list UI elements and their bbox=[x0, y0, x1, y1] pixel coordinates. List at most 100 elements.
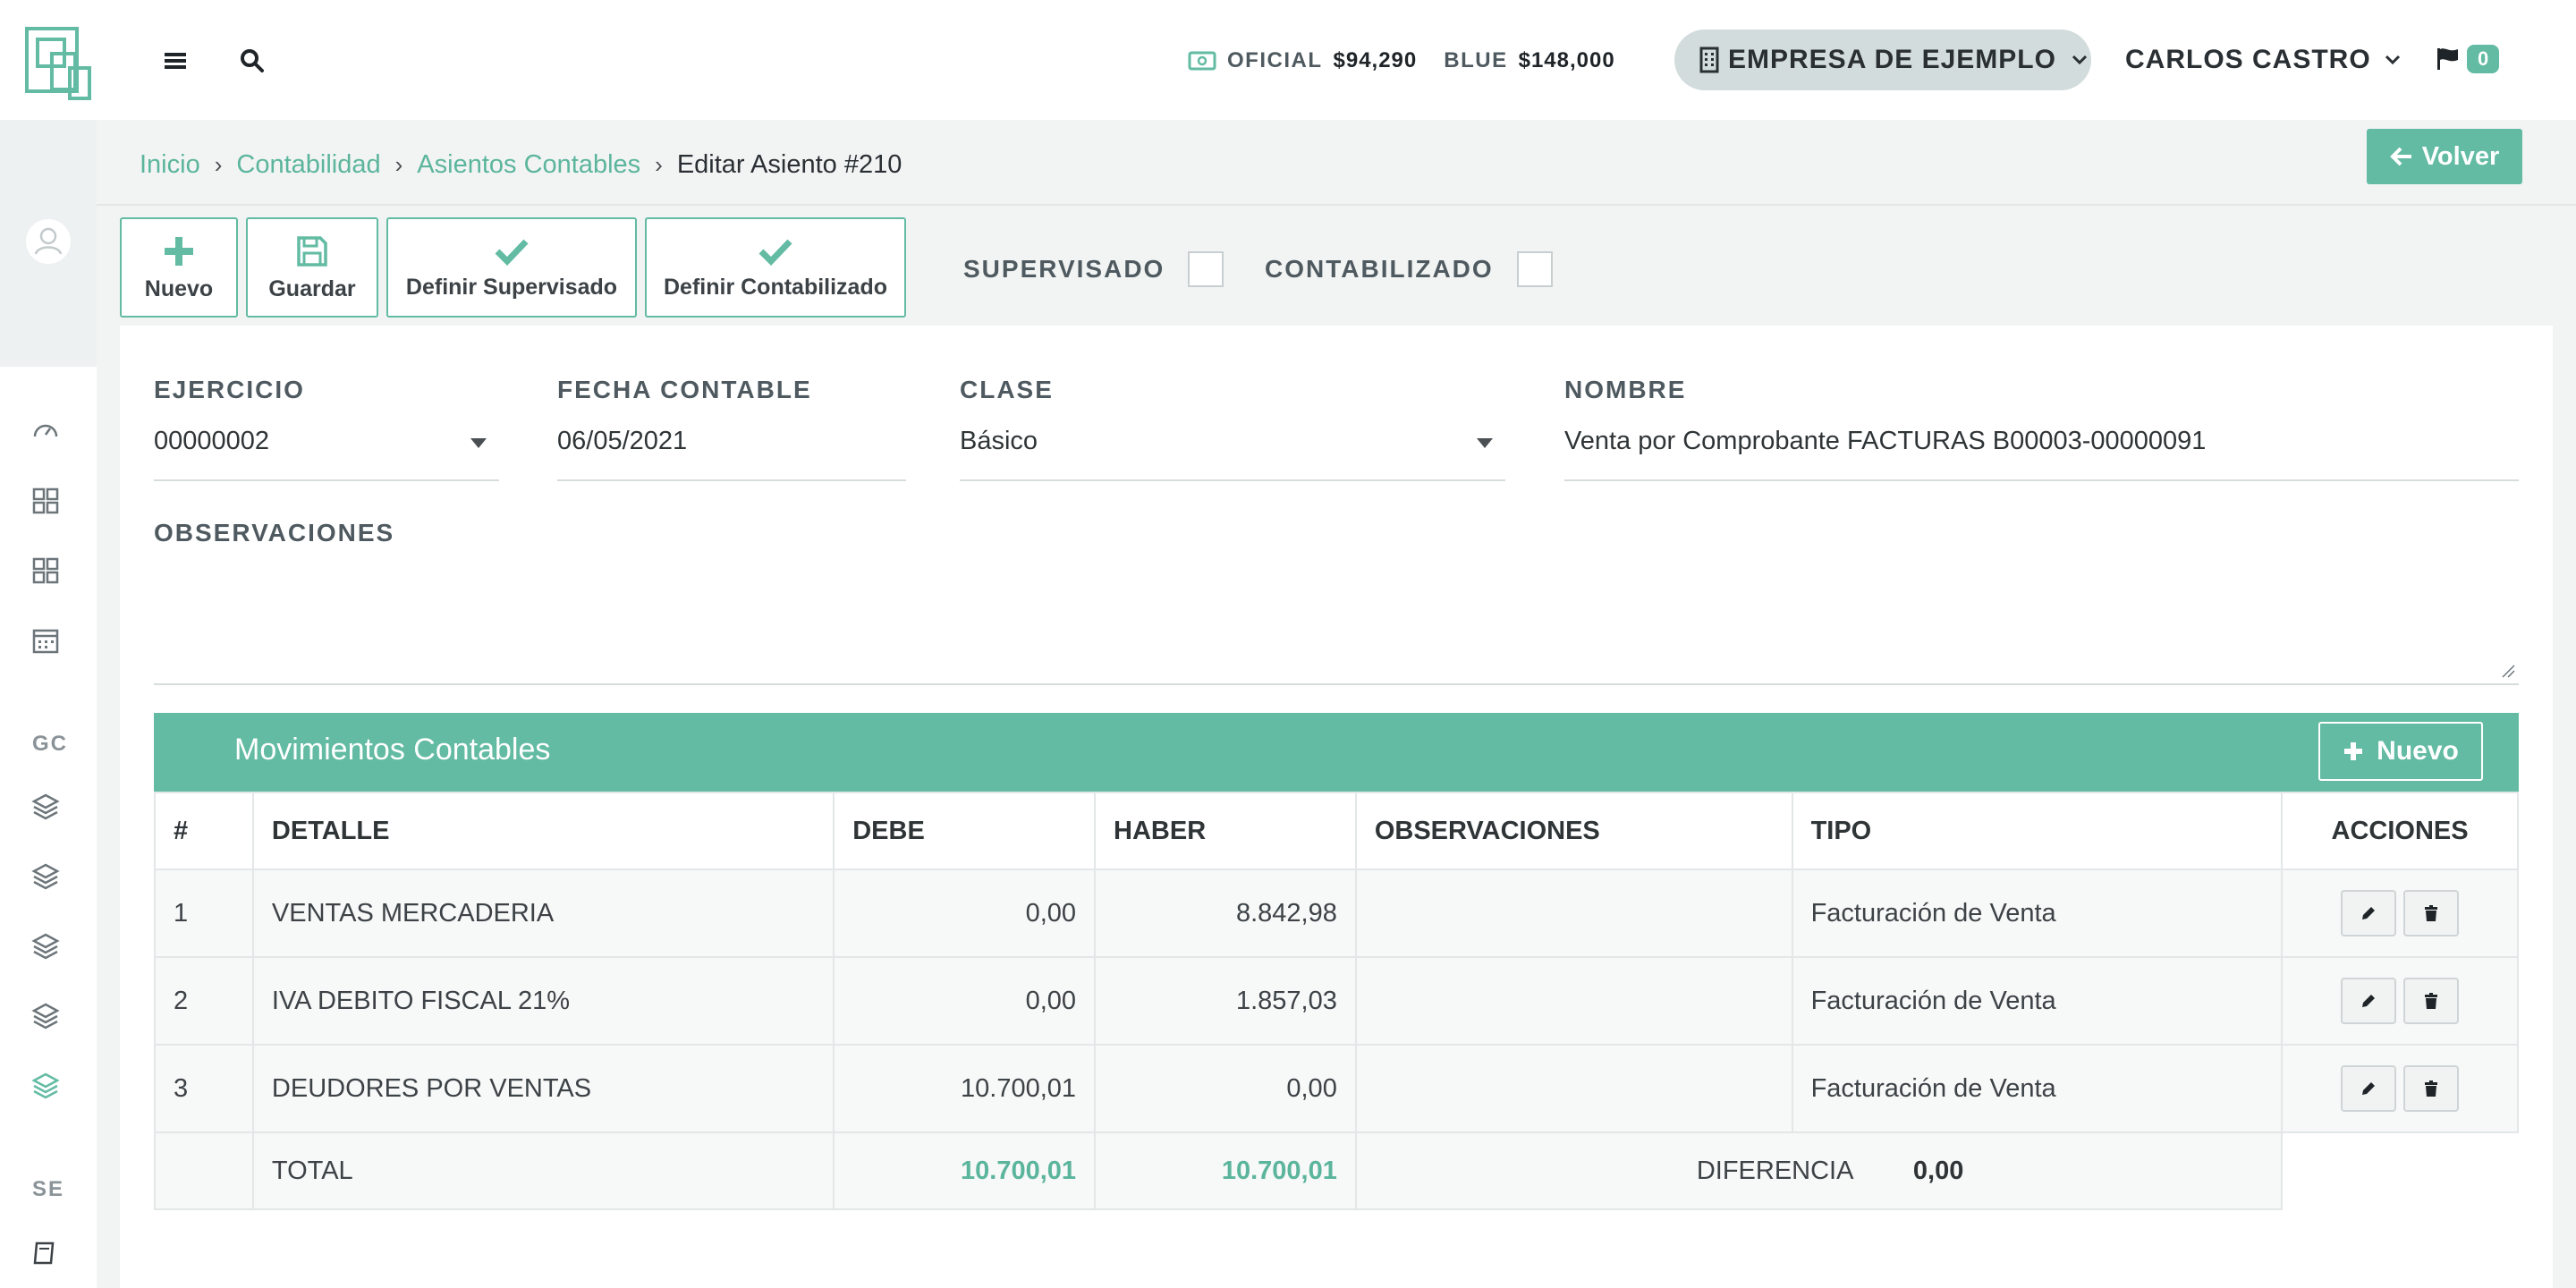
calendar-icon[interactable] bbox=[30, 624, 62, 657]
search-icon[interactable] bbox=[236, 45, 268, 77]
layers-icon-active[interactable] bbox=[30, 1070, 62, 1102]
breadcrumb-contabilidad[interactable]: Contabilidad bbox=[236, 150, 380, 180]
breadcrumb-separator-icon: › bbox=[394, 150, 403, 178]
breadcrumb: Inicio › Contabilidad › Asientos Contabl… bbox=[140, 145, 902, 184]
rate-value-blue: $148,000 bbox=[1518, 48, 1615, 72]
row-number: 3 bbox=[154, 1044, 254, 1133]
rate-label-blue: BLUE bbox=[1444, 48, 1508, 72]
col-header-debe[interactable]: DEBE bbox=[833, 792, 1097, 870]
set-supervised-button[interactable]: Definir Supervisado bbox=[386, 217, 637, 318]
col-header-detalle[interactable]: DETALLE bbox=[251, 792, 835, 870]
company-selector[interactable]: EMPRESA DE EJEMPLO bbox=[1674, 30, 2091, 90]
rate-value-oficial: $94,290 bbox=[1333, 48, 1418, 72]
row-actions bbox=[2281, 956, 2519, 1046]
menu-icon[interactable] bbox=[159, 45, 191, 77]
row-detalle: IVA DEBITO FISCAL 21% bbox=[251, 956, 835, 1046]
difference-value: 0,00 bbox=[1912, 1156, 1964, 1185]
notifications[interactable]: 0 bbox=[2435, 45, 2500, 73]
accounted-label: CONTABILIZADO bbox=[1265, 255, 1494, 283]
observaciones-label: OBSERVACIONES bbox=[154, 519, 395, 547]
table-row: 1 VENTAS MERCADERIA 0,00 8.842,98 Factur… bbox=[154, 869, 2519, 958]
col-header-observaciones[interactable]: OBSERVACIONES bbox=[1354, 792, 1793, 870]
edit-button[interactable] bbox=[2341, 890, 2397, 936]
row-number: 2 bbox=[154, 956, 254, 1046]
set-accounted-label: Definir Contabilizado bbox=[664, 274, 887, 300]
fecha-value: 06/05/2021 bbox=[557, 427, 688, 455]
app-logo-icon[interactable] bbox=[25, 27, 91, 100]
row-number: 1 bbox=[154, 869, 254, 958]
layers-icon[interactable] bbox=[30, 1000, 62, 1032]
clase-value: Básico bbox=[960, 427, 1038, 455]
layers-icon[interactable] bbox=[30, 791, 62, 823]
col-header-number[interactable]: # bbox=[154, 792, 254, 870]
sidebar-section-se: SE bbox=[32, 1177, 65, 1201]
avatar-icon[interactable] bbox=[25, 218, 72, 265]
accounted-checkbox[interactable] bbox=[1516, 251, 1553, 287]
top-bar: OFICIAL $94,290 BLUE $148,000 EMPRESA DE… bbox=[0, 0, 2576, 120]
total-label: TOTAL bbox=[251, 1131, 835, 1210]
delete-button[interactable] bbox=[2403, 1065, 2460, 1112]
trash-icon bbox=[2425, 905, 2438, 921]
resize-grip-icon[interactable] bbox=[2501, 664, 2515, 678]
sidebar-user-zone bbox=[0, 120, 97, 367]
breadcrumb-separator-icon: › bbox=[655, 150, 663, 178]
flag-icon bbox=[2437, 48, 2458, 70]
grid-icon[interactable] bbox=[30, 555, 62, 587]
new-button[interactable]: Nuevo bbox=[120, 217, 238, 318]
col-header-acciones: ACCIONES bbox=[2281, 792, 2519, 870]
book-icon[interactable] bbox=[30, 1236, 62, 1268]
nombre-input[interactable]: Venta por Comprobante FACTURAS B00003-00… bbox=[1564, 417, 2519, 481]
back-button-label: Volver bbox=[2421, 141, 2500, 171]
pencil-icon bbox=[2362, 907, 2376, 919]
building-icon bbox=[1699, 47, 1719, 73]
save-icon bbox=[297, 235, 327, 267]
table-row: 2 IVA DEBITO FISCAL 21% 0,00 1.857,03 Fa… bbox=[154, 956, 2519, 1046]
ejercicio-label: EJERCICIO bbox=[154, 376, 305, 403]
supervised-checkbox-group: SUPERVISADO bbox=[963, 251, 1224, 287]
set-accounted-button[interactable]: Definir Contabilizado bbox=[645, 217, 906, 318]
check-icon bbox=[758, 239, 792, 266]
edit-button[interactable] bbox=[2341, 978, 2397, 1024]
delete-button[interactable] bbox=[2403, 978, 2460, 1024]
breadcrumb-inicio[interactable]: Inicio bbox=[140, 150, 200, 180]
trash-icon bbox=[2425, 993, 2438, 1009]
check-icon bbox=[495, 239, 529, 266]
movements-table: # DETALLE DEBE HABER OBSERVACIONES TIPO … bbox=[154, 792, 2519, 1210]
nombre-label: NOMBRE bbox=[1564, 376, 1687, 403]
col-header-tipo[interactable]: TIPO bbox=[1791, 792, 2284, 870]
totals-blank-cell bbox=[154, 1131, 254, 1210]
layers-icon[interactable] bbox=[30, 930, 62, 962]
save-button[interactable]: Guardar bbox=[246, 217, 378, 318]
total-haber: 10.700,01 bbox=[1094, 1131, 1357, 1210]
breadcrumb-asientos[interactable]: Asientos Contables bbox=[417, 150, 640, 180]
layers-icon[interactable] bbox=[30, 860, 62, 893]
trash-icon bbox=[2425, 1080, 2438, 1097]
sidebar: GC SE bbox=[0, 120, 97, 1288]
fecha-input[interactable]: 06/05/2021 bbox=[557, 417, 906, 481]
row-observaciones bbox=[1354, 869, 1793, 958]
dashboard-gauge-icon[interactable] bbox=[30, 415, 62, 447]
notification-count-badge: 0 bbox=[2467, 45, 2500, 73]
row-actions bbox=[2281, 869, 2519, 958]
clase-select[interactable]: Básico bbox=[960, 417, 1505, 481]
save-button-label: Guardar bbox=[268, 275, 356, 301]
user-name: CARLOS CASTRO bbox=[2125, 45, 2371, 74]
breadcrumb-separator-icon: › bbox=[214, 150, 223, 178]
user-menu[interactable]: CARLOS CASTRO bbox=[2125, 41, 2402, 79]
back-button[interactable]: Volver bbox=[2367, 129, 2522, 184]
edit-button[interactable] bbox=[2341, 1065, 2397, 1112]
row-debe: 0,00 bbox=[833, 869, 1097, 958]
row-haber: 0,00 bbox=[1094, 1044, 1357, 1133]
observaciones-textarea[interactable] bbox=[154, 560, 2519, 685]
grid-icon[interactable] bbox=[30, 485, 62, 517]
exchange-rates: OFICIAL $94,290 BLUE $148,000 bbox=[1188, 45, 1631, 77]
add-movement-button[interactable]: Nuevo bbox=[2318, 722, 2483, 781]
supervised-checkbox[interactable] bbox=[1188, 251, 1224, 287]
ejercicio-select[interactable]: 00000002 bbox=[154, 417, 499, 481]
row-observaciones bbox=[1354, 1044, 1793, 1133]
nombre-value: Venta por Comprobante FACTURAS B00003-00… bbox=[1564, 427, 2207, 455]
caret-down-icon bbox=[1477, 438, 1493, 448]
col-header-haber[interactable]: HABER bbox=[1094, 792, 1357, 870]
delete-button[interactable] bbox=[2403, 890, 2460, 936]
chevron-down-icon bbox=[2385, 55, 2400, 65]
